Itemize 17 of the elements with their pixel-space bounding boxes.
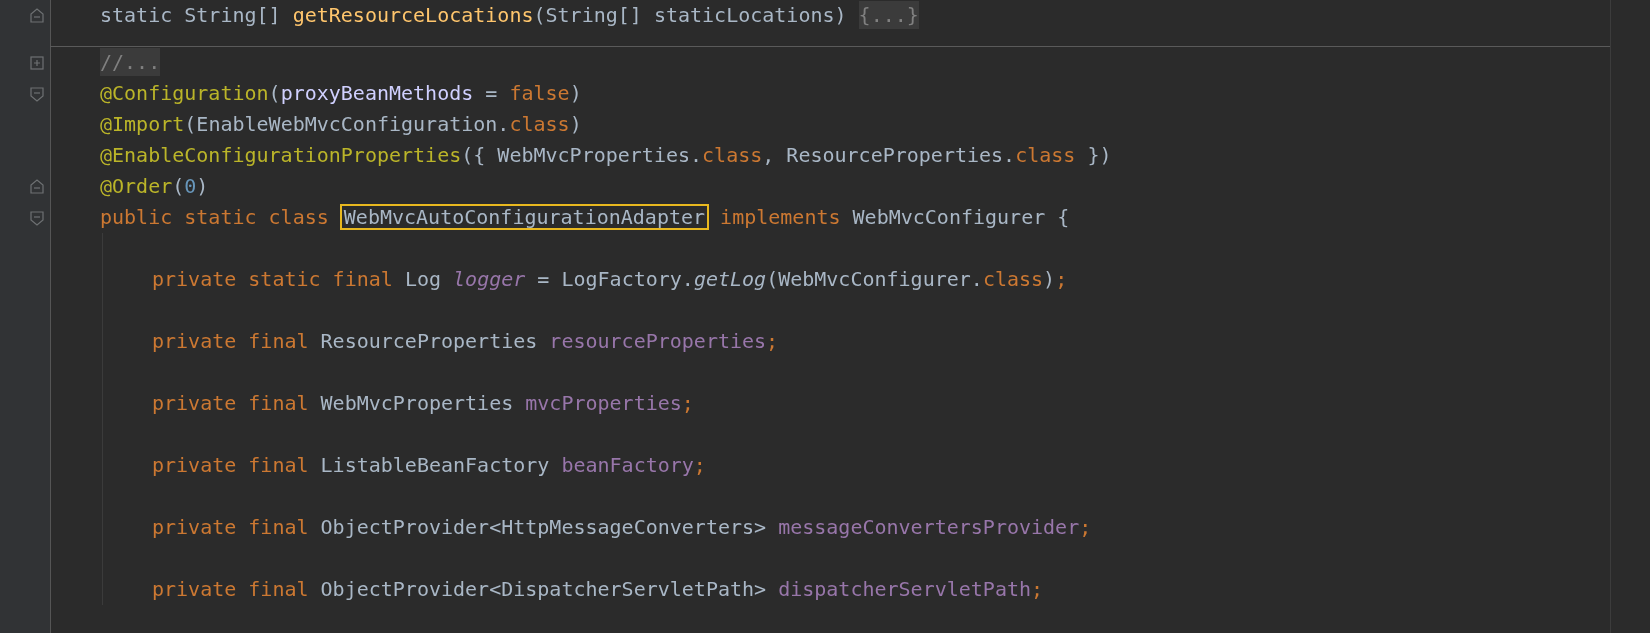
fold-minus-icon[interactable]: [30, 85, 44, 102]
fold-minus-icon[interactable]: [30, 178, 44, 195]
code-line: private final ListableBeanFactory beanFactory;: [152, 452, 706, 479]
code-line: public static class WebMvcAutoConfigurationAdapter implements WebMvcConfigurer {: [100, 204, 1070, 231]
code-line: private final ObjectProvider<HttpMessageConverters> messageConvertersProvider;: [152, 514, 1092, 541]
code-line: @EnableConfigurationProperties({ WebMvcProperties.class, ResourceProperties.class }): [100, 142, 1112, 169]
fold-plus-icon[interactable]: [30, 54, 44, 71]
fold-minus-icon[interactable]: [30, 209, 44, 226]
fold-minus-icon[interactable]: [30, 7, 44, 24]
code-line: private final WebMvcProperties mvcProperties;: [152, 390, 694, 417]
code-line: private static final Log logger = LogFactory.getLog(WebMvcConfigurer.class);: [152, 266, 1068, 293]
code-line: static String[] getResourceLocations(String[] staticLocations) {...}: [100, 0, 919, 31]
code-line: @Configuration(proxyBeanMethods = false): [100, 80, 582, 107]
code-line: private final ResourceProperties resourceProperties;: [152, 328, 779, 355]
code-line: @Import(EnableWebMvcConfiguration.class): [100, 111, 582, 138]
code-line: @Order(0): [100, 173, 209, 200]
code-line: private final ObjectProvider<DispatcherServletPath> dispatcherServletPath;: [152, 576, 1044, 603]
